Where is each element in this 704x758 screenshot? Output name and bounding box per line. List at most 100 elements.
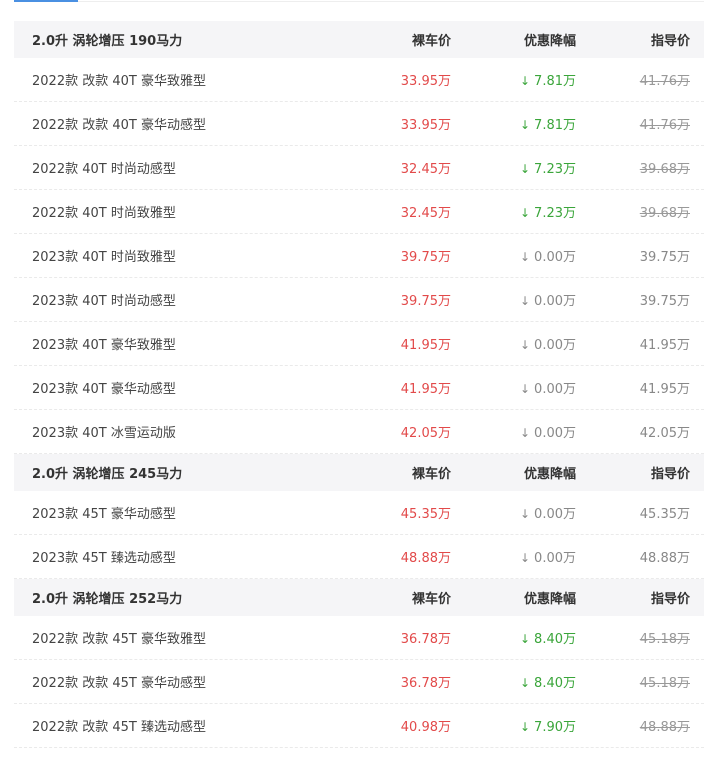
model-row[interactable]: 2023款 40T 时尚动感型 39.75万 ↓ 0.00万 39.75万: [14, 278, 704, 322]
discount-cell: ↓ 0.00万: [451, 290, 576, 309]
model-row[interactable]: 2022款 改款 45T 臻选动感型 40.98万 ↓ 7.90万 48.88万: [14, 704, 704, 748]
group-header: 2.0升 涡轮增压 190马力 裸车价 优惠降幅 指导价: [14, 21, 704, 58]
discount-value: 7.81万: [534, 74, 576, 89]
model-row[interactable]: 2022款 40T 时尚动感型 32.45万 ↓ 7.23万 39.68万: [14, 146, 704, 190]
column-header-discount: 优惠降幅: [523, 592, 576, 607]
discount-cell: ↓ 0.00万: [451, 503, 576, 522]
guide-price: 41.95万: [639, 382, 690, 397]
column-header-guide-price: 指导价: [650, 592, 690, 607]
model-name[interactable]: 2023款 45T 臻选动感型: [14, 547, 384, 566]
model-name[interactable]: 2023款 40T 豪华动感型: [14, 378, 384, 397]
discount-cell: ↓ 8.40万: [451, 628, 576, 647]
model-name[interactable]: 2022款 40T 时尚致雅型: [14, 202, 384, 221]
model-name[interactable]: 2022款 改款 40T 豪华动感型: [14, 114, 384, 133]
discount-value: 8.40万: [534, 676, 576, 691]
price-table: 2.0升 涡轮增压 190马力 裸车价 优惠降幅 指导价 2022款 改款 40T 豪华…: [14, 21, 704, 748]
discount-value: 0.00万: [534, 338, 576, 353]
discount-value: 0.00万: [534, 507, 576, 522]
bare-price: 33.95万: [400, 74, 451, 89]
group-header: 2.0升 涡轮增压 245马力 裸车价 优惠降幅 指导价: [14, 454, 704, 491]
model-name[interactable]: 2023款 40T 时尚动感型: [14, 290, 384, 309]
down-arrow-icon: ↓: [520, 338, 531, 352]
discount-cell: ↓ 0.00万: [451, 547, 576, 566]
engine-group-title: 2.0升 涡轮增压 252马力: [32, 592, 183, 607]
discount-value: 0.00万: [534, 294, 576, 309]
down-arrow-icon: ↓: [520, 426, 531, 440]
discount-value: 7.81万: [534, 118, 576, 133]
guide-price: 45.35万: [639, 507, 690, 522]
bare-price: 36.78万: [400, 676, 451, 691]
guide-price-cell: 41.76万: [576, 114, 690, 133]
down-arrow-icon: ↓: [520, 74, 531, 88]
discount-cell: ↓ 0.00万: [451, 422, 576, 441]
bare-price: 39.75万: [400, 250, 451, 265]
guide-price-cell: 39.75万: [576, 246, 690, 265]
down-arrow-icon: ↓: [520, 206, 531, 220]
group-header: 2.0升 涡轮增压 252马力 裸车价 优惠降幅 指导价: [14, 579, 704, 616]
discount-cell: ↓ 0.00万: [451, 246, 576, 265]
guide-price: 39.68万: [639, 162, 690, 177]
model-row[interactable]: 2023款 45T 臻选动感型 48.88万 ↓ 0.00万 48.88万: [14, 535, 704, 579]
down-arrow-icon: ↓: [520, 118, 531, 132]
model-row[interactable]: 2023款 40T 时尚致雅型 39.75万 ↓ 0.00万 39.75万: [14, 234, 704, 278]
model-row[interactable]: 2022款 改款 45T 豪华致雅型 36.78万 ↓ 8.40万 45.18万: [14, 616, 704, 660]
discount-cell: ↓ 7.23万: [451, 158, 576, 177]
model-row[interactable]: 2022款 改款 45T 豪华动感型 36.78万 ↓ 8.40万 45.18万: [14, 660, 704, 704]
model-row[interactable]: 2022款 40T 时尚致雅型 32.45万 ↓ 7.23万 39.68万: [14, 190, 704, 234]
guide-price: 48.88万: [639, 720, 690, 735]
discount-value: 8.40万: [534, 632, 576, 647]
model-name[interactable]: 2022款 40T 时尚动感型: [14, 158, 384, 177]
guide-price: 39.75万: [639, 294, 690, 309]
column-header-price: 裸车价: [411, 34, 451, 49]
discount-value: 0.00万: [534, 426, 576, 441]
model-row[interactable]: 2022款 改款 40T 豪华致雅型 33.95万 ↓ 7.81万 41.76万: [14, 58, 704, 102]
column-header-guide-price: 指导价: [650, 467, 690, 482]
tab-divider: [78, 1, 704, 2]
guide-price-cell: 48.88万: [576, 547, 690, 566]
discount-value: 0.00万: [534, 551, 576, 566]
down-arrow-icon: ↓: [520, 162, 531, 176]
column-header-guide-price: 指导价: [650, 34, 690, 49]
column-header-price: 裸车价: [411, 467, 451, 482]
guide-price-cell: 45.35万: [576, 503, 690, 522]
discount-value: 0.00万: [534, 382, 576, 397]
bare-price: 45.35万: [400, 507, 451, 522]
discount-cell: ↓ 7.81万: [451, 114, 576, 133]
model-name[interactable]: 2023款 45T 豪华动感型: [14, 503, 384, 522]
down-arrow-icon: ↓: [520, 507, 531, 521]
bare-price: 41.95万: [400, 338, 451, 353]
guide-price: 45.18万: [639, 676, 690, 691]
guide-price: 39.75万: [639, 250, 690, 265]
discount-cell: ↓ 7.90万: [451, 716, 576, 735]
active-tab-indicator[interactable]: [14, 0, 78, 2]
model-row[interactable]: 2023款 40T 冰雪运动版 42.05万 ↓ 0.00万 42.05万: [14, 410, 704, 454]
bare-price: 42.05万: [400, 426, 451, 441]
model-name[interactable]: 2023款 40T 豪华致雅型: [14, 334, 384, 353]
guide-price: 41.95万: [639, 338, 690, 353]
guide-price: 42.05万: [639, 426, 690, 441]
bare-price: 40.98万: [400, 720, 451, 735]
model-row[interactable]: 2023款 40T 豪华动感型 41.95万 ↓ 0.00万 41.95万: [14, 366, 704, 410]
model-name[interactable]: 2022款 改款 45T 豪华致雅型: [14, 628, 384, 647]
model-name[interactable]: 2022款 改款 45T 臻选动感型: [14, 716, 384, 735]
down-arrow-icon: ↓: [520, 720, 531, 734]
guide-price-cell: 39.75万: [576, 290, 690, 309]
model-name[interactable]: 2022款 改款 45T 豪华动感型: [14, 672, 384, 691]
guide-price-cell: 48.88万: [576, 716, 690, 735]
model-name[interactable]: 2023款 40T 时尚致雅型: [14, 246, 384, 265]
guide-price-cell: 45.18万: [576, 628, 690, 647]
guide-price: 39.68万: [639, 206, 690, 221]
down-arrow-icon: ↓: [520, 676, 531, 690]
bare-price: 41.95万: [400, 382, 451, 397]
model-row[interactable]: 2022款 改款 40T 豪华动感型 33.95万 ↓ 7.81万 41.76万: [14, 102, 704, 146]
guide-price-cell: 41.76万: [576, 70, 690, 89]
guide-price-cell: 41.95万: [576, 334, 690, 353]
bare-price: 36.78万: [400, 632, 451, 647]
model-row[interactable]: 2023款 45T 豪华动感型 45.35万 ↓ 0.00万 45.35万: [14, 491, 704, 535]
discount-cell: ↓ 0.00万: [451, 334, 576, 353]
model-row[interactable]: 2023款 40T 豪华致雅型 41.95万 ↓ 0.00万 41.95万: [14, 322, 704, 366]
guide-price-cell: 39.68万: [576, 158, 690, 177]
model-name[interactable]: 2023款 40T 冰雪运动版: [14, 422, 384, 441]
down-arrow-icon: ↓: [520, 294, 531, 308]
model-name[interactable]: 2022款 改款 40T 豪华致雅型: [14, 70, 384, 89]
